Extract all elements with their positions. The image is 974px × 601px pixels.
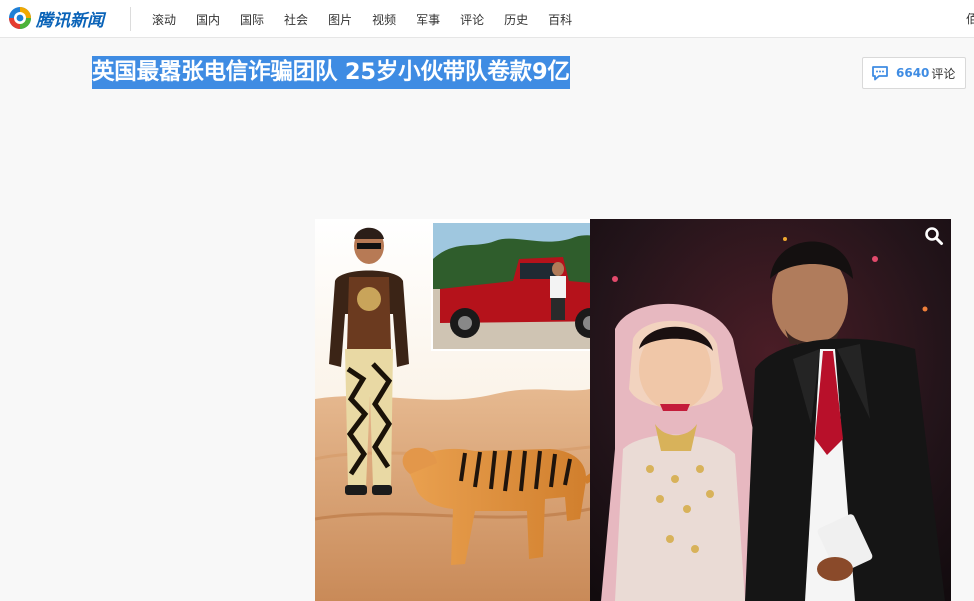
wedding-photo-panel bbox=[590, 219, 951, 601]
comment-bubble-icon bbox=[872, 66, 888, 81]
nav-item-domestic[interactable]: 国内 bbox=[186, 11, 230, 28]
comment-count-button[interactable]: 6640 评论 bbox=[862, 57, 966, 89]
nav-item-scroll[interactable]: 滚动 bbox=[142, 11, 186, 28]
top-nav-bar: 腾讯新闻 滚动 国内 国际 社会 图片 视频 军事 评论 历史 百科 佰 bbox=[0, 0, 974, 38]
site-logo[interactable]: 腾讯新闻 bbox=[8, 6, 104, 31]
comment-count: 6640 bbox=[896, 66, 930, 80]
nav-item-commentary[interactable]: 评论 bbox=[450, 11, 494, 28]
channel-nav: 滚动 国内 国际 社会 图片 视频 军事 评论 历史 百科 bbox=[142, 0, 582, 38]
nav-item-encyclopedia[interactable]: 百科 bbox=[538, 11, 582, 28]
site-logo-text: 腾讯新闻 bbox=[36, 10, 104, 31]
article-image[interactable] bbox=[315, 219, 951, 601]
nav-item-international[interactable]: 国际 bbox=[230, 11, 274, 28]
nav-item-history[interactable]: 历史 bbox=[494, 11, 538, 28]
article-title: 英国最嚣张电信诈骗团队 25岁小伙带队卷款9亿 bbox=[92, 56, 570, 89]
nav-item-military[interactable]: 军事 bbox=[406, 11, 450, 28]
nav-item-video[interactable]: 视频 bbox=[362, 11, 406, 28]
nav-item-pictures[interactable]: 图片 bbox=[318, 11, 362, 28]
nav-item-society[interactable]: 社会 bbox=[274, 11, 318, 28]
nav-item-overflow[interactable]: 佰 bbox=[966, 10, 974, 27]
comment-label: 评论 bbox=[931, 66, 956, 81]
nav-divider bbox=[130, 7, 131, 31]
tencent-news-logo-icon bbox=[9, 7, 31, 29]
magnifier-icon[interactable] bbox=[924, 226, 944, 246]
